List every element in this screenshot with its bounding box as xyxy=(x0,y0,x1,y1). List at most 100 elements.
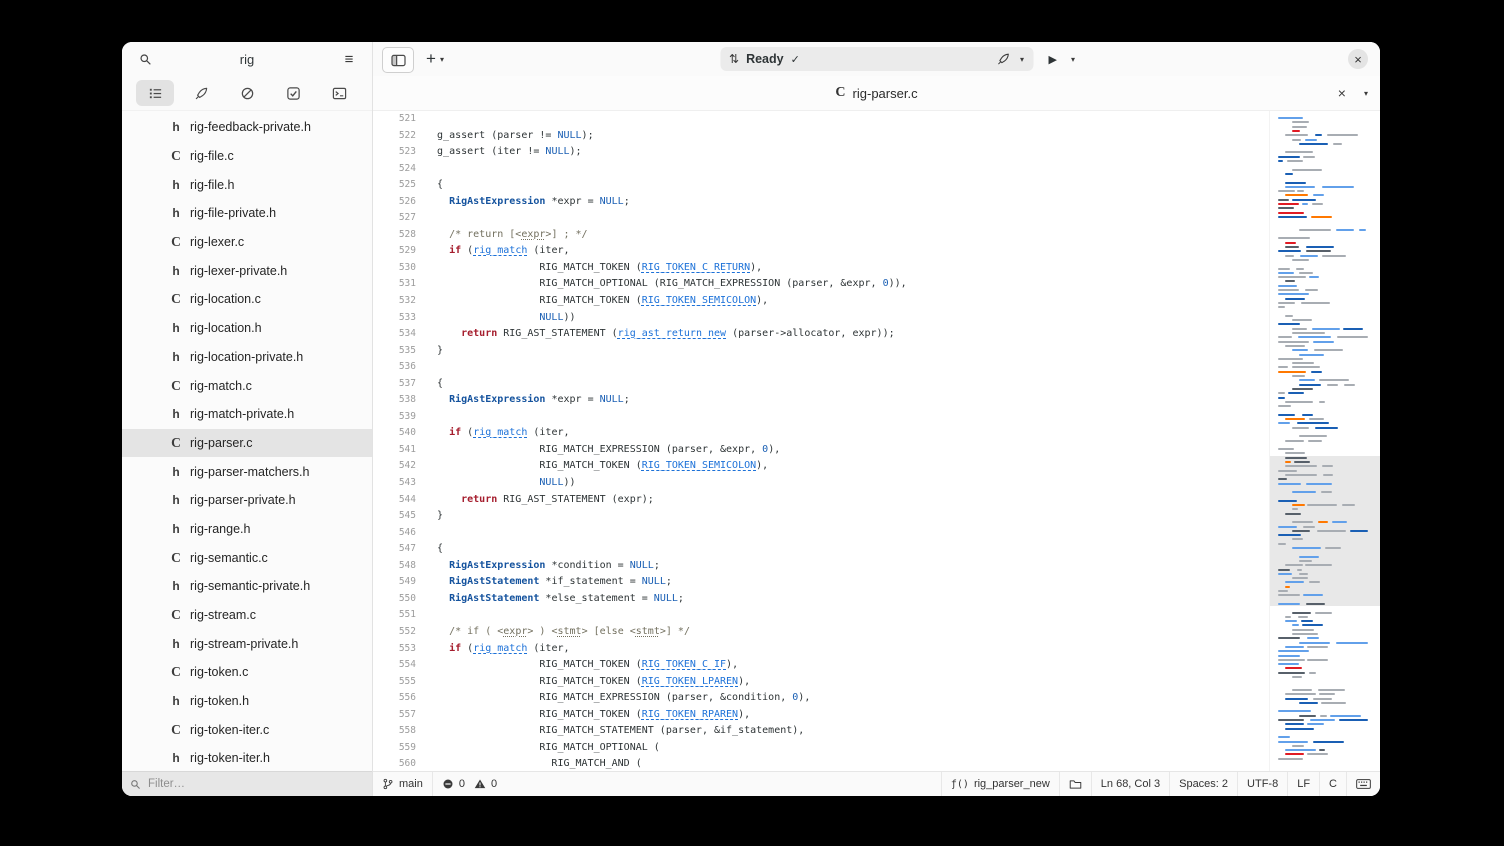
minimap-line xyxy=(1313,741,1344,743)
minimap-line xyxy=(1336,642,1368,644)
file-row[interactable]: hrig-lexer-private.h xyxy=(122,256,372,285)
minimap-line xyxy=(1278,500,1297,502)
file-row[interactable]: Crig-token-iter.c xyxy=(122,715,372,744)
minimap-line xyxy=(1278,216,1307,218)
diagnostics-indicator[interactable]: 0 0 xyxy=(433,772,506,796)
symbol-indicator[interactable]: ƒ() rig_parser_new xyxy=(942,772,1059,796)
minimap-line xyxy=(1285,646,1304,648)
line-ending-indicator[interactable]: LF xyxy=(1288,772,1319,796)
file-name: rig-stream-private.h xyxy=(190,637,298,651)
toggle-sidebar-button[interactable] xyxy=(382,47,414,73)
file-row[interactable]: Crig-token.c xyxy=(122,658,372,687)
run-dropdown-icon[interactable]: ▾ xyxy=(1064,55,1082,64)
file-row[interactable]: hrig-range.h xyxy=(122,515,372,544)
minimap-line xyxy=(1306,483,1332,485)
function-name: rig_parser_new xyxy=(974,778,1050,790)
minimap-line xyxy=(1285,728,1314,730)
minimap-line xyxy=(1292,319,1312,321)
language-indicator[interactable]: C xyxy=(1320,772,1346,796)
file-row[interactable]: hrig-location-private.h xyxy=(122,343,372,372)
minimap-line xyxy=(1278,341,1309,343)
minimap-line xyxy=(1285,418,1305,420)
build-dropdown-icon[interactable]: ▾ xyxy=(1020,55,1024,64)
tab-project-tree[interactable] xyxy=(136,80,174,106)
minimap-line xyxy=(1285,461,1291,463)
branch-name: main xyxy=(399,778,423,790)
minimap-line xyxy=(1312,328,1340,330)
minimap-line xyxy=(1344,384,1355,386)
minimap-line xyxy=(1278,237,1310,239)
file-name: rig-file.h xyxy=(190,178,234,192)
file-row[interactable]: Crig-location.c xyxy=(122,285,372,314)
tab-diagnostics[interactable] xyxy=(228,80,266,106)
file-row[interactable]: hrig-stream-private.h xyxy=(122,629,372,658)
filter-input[interactable] xyxy=(146,777,364,791)
tab-build[interactable] xyxy=(182,80,220,106)
minimap-line xyxy=(1297,569,1303,571)
file-row[interactable]: hrig-file-private.h xyxy=(122,199,372,228)
file-row[interactable]: Crig-semantic.c xyxy=(122,543,372,572)
file-row[interactable]: hrig-parser-private.h xyxy=(122,486,372,515)
file-row[interactable]: hrig-parser-matchers.h xyxy=(122,457,372,486)
search-icon[interactable] xyxy=(134,48,156,70)
file-row[interactable]: hrig-semantic-private.h xyxy=(122,572,372,601)
minimap-line xyxy=(1285,173,1293,175)
file-name: rig-range.h xyxy=(190,522,250,536)
warnings-icon xyxy=(474,778,486,790)
branch-indicator[interactable]: main xyxy=(373,772,432,796)
file-row[interactable]: hrig-match-private.h xyxy=(122,400,372,429)
project-folder-button[interactable] xyxy=(1060,772,1091,796)
file-row[interactable]: hrig-feedback-private.h xyxy=(122,113,372,142)
file-row[interactable]: hrig-location.h xyxy=(122,314,372,343)
minimap-line xyxy=(1313,698,1331,700)
minimap-line xyxy=(1285,616,1291,618)
minimap-line xyxy=(1278,366,1288,368)
encoding-indicator[interactable]: UTF-8 xyxy=(1238,772,1287,796)
minimap-line xyxy=(1301,302,1331,304)
menu-icon[interactable]: ≡ xyxy=(338,48,360,70)
file-name: rig-parser-private.h xyxy=(190,493,296,507)
minimap-line xyxy=(1292,259,1309,261)
run-button[interactable]: ▶ xyxy=(1042,53,1064,66)
minimap-line xyxy=(1292,427,1309,429)
line-numbers[interactable]: 5215225235245255265275285295305315325335… xyxy=(373,111,425,771)
minimap-line xyxy=(1319,379,1349,381)
close-tab-icon[interactable]: × xyxy=(1338,85,1346,101)
minimap-line xyxy=(1299,379,1315,381)
keyboard-button[interactable] xyxy=(1347,772,1380,796)
new-page-button[interactable]: + ▾ xyxy=(421,47,449,71)
file-row[interactable]: Crig-parser.c xyxy=(122,429,372,458)
file-row[interactable]: Crig-file.c xyxy=(122,142,372,171)
minimap-line xyxy=(1307,504,1337,506)
minimap-line xyxy=(1285,186,1315,188)
close-window-button[interactable]: × xyxy=(1348,49,1368,69)
code-area[interactable]: g_assert (parser != NULL); g_assert (ite… xyxy=(425,111,1269,771)
minimap-line xyxy=(1292,689,1312,691)
minimap-line xyxy=(1285,698,1308,700)
minimap-line xyxy=(1278,293,1309,295)
minimap-line xyxy=(1278,371,1306,373)
indentation-indicator[interactable]: Spaces: 2 xyxy=(1170,772,1237,796)
minimap-line xyxy=(1322,255,1346,257)
omnibar[interactable]: ⇅ Ready ✓ ▾ xyxy=(720,47,1033,71)
tab-list-chevron-icon[interactable]: ▾ xyxy=(1364,89,1368,98)
header-file-icon: h xyxy=(168,407,184,421)
file-name: rig-parser.c xyxy=(190,436,253,450)
file-row[interactable]: hrig-file.h xyxy=(122,170,372,199)
minimap-line xyxy=(1285,182,1306,184)
tab-terminal[interactable] xyxy=(320,80,358,106)
file-row[interactable]: Crig-match.c xyxy=(122,371,372,400)
tab-tests[interactable] xyxy=(274,80,312,106)
file-row[interactable]: Crig-lexer.c xyxy=(122,228,372,257)
file-row[interactable]: Crig-stream.c xyxy=(122,601,372,630)
minimap-line xyxy=(1278,569,1290,571)
build-button[interactable] xyxy=(997,52,1011,66)
cursor-position[interactable]: Ln 68, Col 3 xyxy=(1092,772,1169,796)
open-file-tab[interactable]: C rig-parser.c xyxy=(835,85,917,101)
minimap-line xyxy=(1292,366,1321,368)
minimap-line xyxy=(1299,435,1327,437)
minimap-line xyxy=(1302,624,1323,626)
file-row[interactable]: hrig-token-iter.h xyxy=(122,744,372,771)
minimap[interactable] xyxy=(1269,111,1380,771)
file-row[interactable]: hrig-token.h xyxy=(122,687,372,716)
